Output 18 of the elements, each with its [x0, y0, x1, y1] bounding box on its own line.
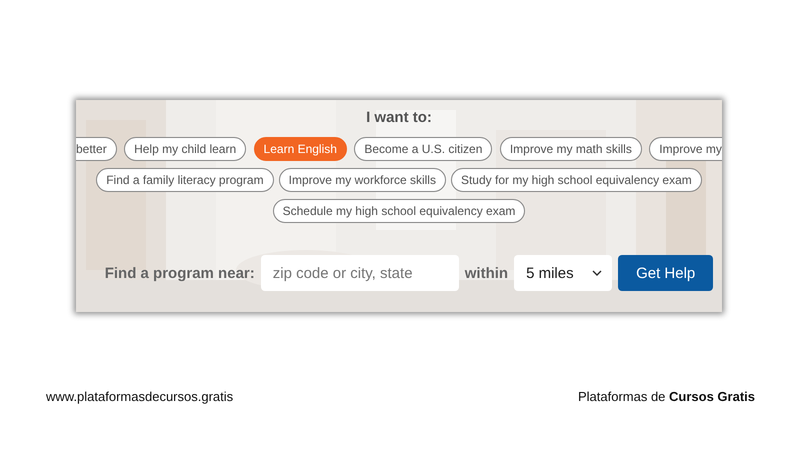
option-chip[interactable]: better — [76, 137, 117, 161]
get-help-button[interactable]: Get Help — [618, 255, 714, 291]
footer-url: www.plataformasdecursos.gratis — [46, 389, 234, 404]
option-chip[interactable]: Become a U.S. citizen — [354, 137, 492, 161]
option-chip[interactable]: Improve my math skills — [500, 137, 642, 161]
footer-brand: Plataformas de Cursos Gratis — [578, 389, 755, 404]
option-chip[interactable]: Find a family literacy program — [96, 168, 274, 192]
option-chip[interactable]: Improve my — [649, 137, 722, 161]
location-field[interactable]: zip code or city, state — [260, 255, 459, 291]
search-label: Find a program near: — [104, 264, 255, 282]
option-chip[interactable]: Study for my high school equivalency exam — [450, 168, 702, 192]
chevron-icon — [592, 270, 602, 276]
distance-select[interactable]: 5 miles — [514, 255, 612, 291]
within-label: within — [464, 264, 508, 282]
option-chip[interactable]: Improve my workforce skills — [278, 168, 446, 192]
option-chip[interactable]: Help my child learn — [124, 137, 246, 161]
panel-heading: I want to: — [366, 109, 432, 128]
option-chip[interactable]: Schedule my high school equivalency exam — [272, 199, 526, 223]
